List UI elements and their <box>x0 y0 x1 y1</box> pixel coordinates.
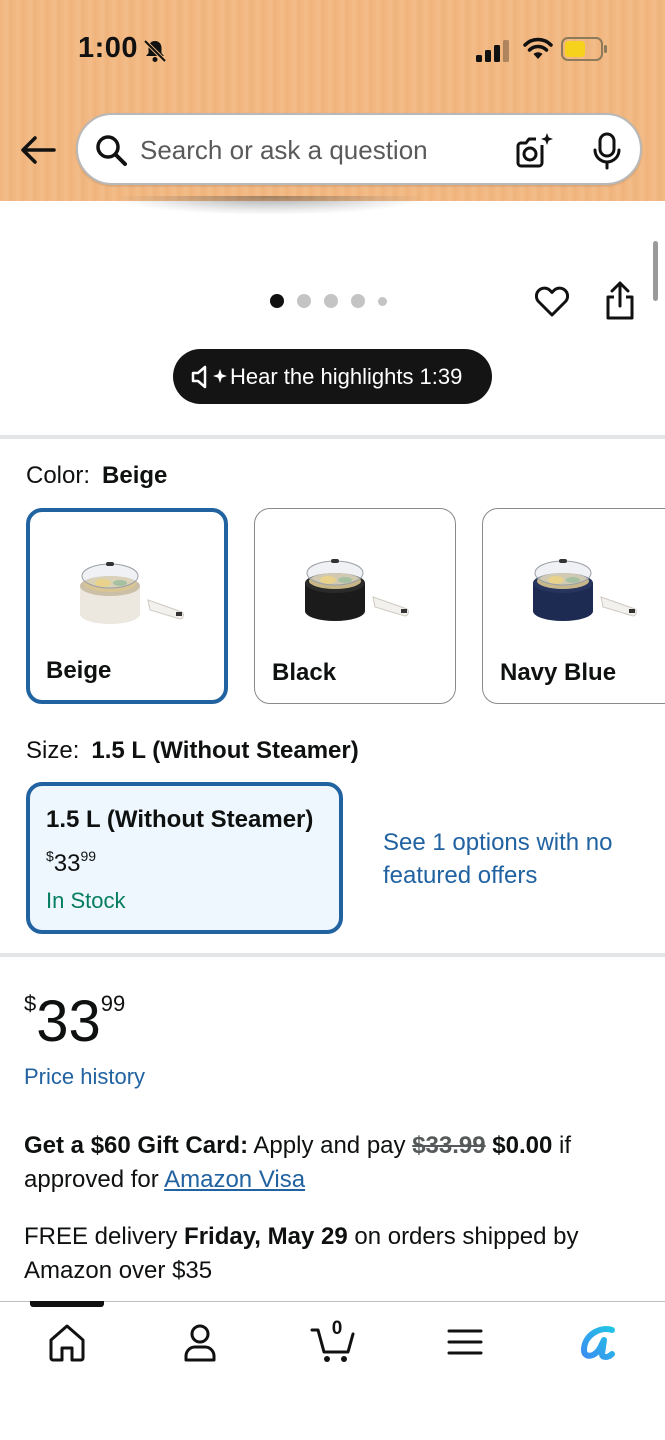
product-image-beige <box>80 562 184 624</box>
size-option-name: 1.5 L (Without Steamer) <box>46 806 314 833</box>
size-option-price: $3399 <box>46 848 97 877</box>
color-label: Color: Beige <box>26 462 167 490</box>
product-price: $3399 <box>24 989 126 1054</box>
see-options-link[interactable]: See 1 options with no featured offers <box>383 826 633 892</box>
swatch-label: Black <box>272 659 337 686</box>
delivery-date: Friday, May 29 <box>184 1223 348 1250</box>
size-option-card[interactable]: 1.5 L (Without Steamer) $3399 In Stock <box>26 782 343 934</box>
speaker-sparkle-icon <box>191 365 227 389</box>
color-swatch-beige[interactable]: Beige <box>26 508 228 704</box>
pagination-dot[interactable] <box>378 296 387 306</box>
color-label-text: Color: <box>26 462 91 489</box>
new-price: $0.00 <box>492 1132 553 1159</box>
hear-highlights-label: Hear the highlights 1:39 <box>230 364 463 389</box>
pagination-dot[interactable] <box>324 294 338 308</box>
account-icon[interactable] <box>178 1320 222 1364</box>
search-bar[interactable] <box>76 113 642 185</box>
camera-lens-icon[interactable] <box>514 131 554 169</box>
hear-highlights-button[interactable]: Hear the highlights 1:39 <box>173 349 492 404</box>
price-history-link[interactable]: Price history <box>24 1064 145 1090</box>
share-icon[interactable] <box>603 281 637 321</box>
section-divider <box>0 953 665 957</box>
image-pagination-dots[interactable] <box>270 293 387 309</box>
header: 1:00 <box>0 0 665 201</box>
home-icon[interactable] <box>45 1320 89 1364</box>
pagination-dot[interactable] <box>270 294 284 308</box>
search-input[interactable] <box>140 129 500 171</box>
section-divider <box>0 435 665 439</box>
menu-icon[interactable] <box>443 1320 487 1364</box>
swatch-label: Navy Blue <box>500 659 617 686</box>
amazon-visa-link[interactable]: Amazon Visa <box>164 1166 305 1193</box>
size-label: Size: 1.5 L (Without Steamer) <box>26 737 359 765</box>
bell-off-icon <box>143 39 167 63</box>
battery-icon <box>561 37 607 61</box>
rufus-icon[interactable] <box>576 1320 620 1364</box>
search-icon <box>96 135 127 166</box>
wifi-icon <box>523 37 553 59</box>
product-image-black <box>305 559 409 621</box>
size-selected-value: 1.5 L (Without Steamer) <box>91 737 359 764</box>
back-arrow-icon[interactable] <box>18 130 58 170</box>
delivery-info: FREE delivery Friday, May 29 on orders s… <box>24 1223 579 1284</box>
microphone-icon[interactable] <box>590 132 624 170</box>
pagination-dot[interactable] <box>351 294 365 308</box>
cellular-signal-icon <box>476 40 509 62</box>
color-swatch-black[interactable]: Black <box>254 508 456 704</box>
color-selected-value: Beige <box>102 462 168 489</box>
cart-count-badge: 0 <box>331 1318 343 1339</box>
heart-icon[interactable] <box>533 282 571 320</box>
color-swatch-navy-blue[interactable]: Navy Blue <box>482 508 665 704</box>
gift-card-offer: Get a $60 Gift Card: Apply and pay $33.9… <box>24 1132 571 1193</box>
swatch-label: Beige <box>46 657 112 684</box>
size-option-stock: In Stock <box>46 888 126 913</box>
product-image-navy-blue <box>533 559 637 621</box>
status-time: 1:00 <box>78 32 139 64</box>
size-label-text: Size: <box>26 737 80 764</box>
scrollbar[interactable] <box>653 241 658 301</box>
old-price: $33.99 <box>412 1132 486 1159</box>
product-image-edge <box>120 196 420 214</box>
nav-active-indicator <box>30 1301 104 1307</box>
pagination-dot[interactable] <box>297 294 311 308</box>
